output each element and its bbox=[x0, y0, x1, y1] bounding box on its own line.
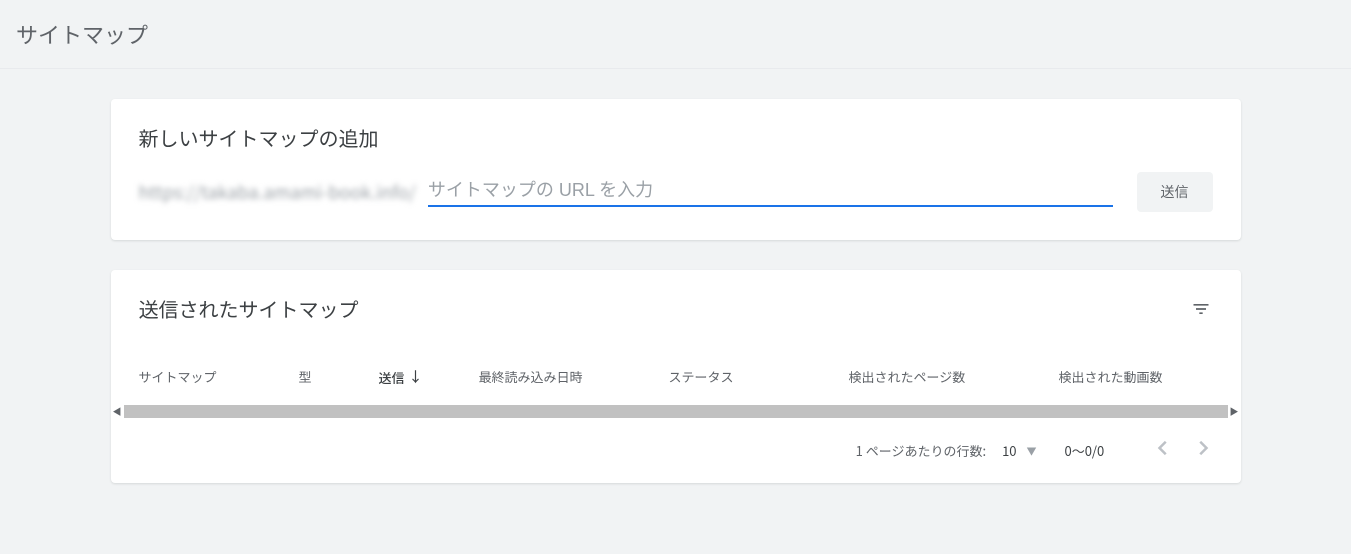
rows-per-page-value: 10 bbox=[1002, 441, 1016, 460]
rows-per-page-label: 1 ページあたりの行数: bbox=[856, 441, 986, 460]
add-sitemap-row: https://takaba.amami-book.info/ 送信 bbox=[111, 172, 1241, 240]
column-header-sitemap[interactable]: サイトマップ bbox=[139, 367, 299, 387]
filter-icon[interactable] bbox=[1189, 297, 1213, 321]
add-sitemap-card: 新しいサイトマップの追加 https://takaba.amami-book.i… bbox=[111, 99, 1241, 240]
rows-per-page-select[interactable]: 10 ▼ bbox=[1002, 441, 1036, 460]
column-header-lastread[interactable]: 最終読み込み日時 bbox=[479, 367, 669, 387]
column-header-status[interactable]: ステータス bbox=[669, 367, 849, 387]
prev-page-button[interactable] bbox=[1153, 436, 1171, 465]
column-header-submitted-label: 送信 bbox=[379, 368, 405, 387]
column-header-videos[interactable]: 検出された動画数 bbox=[1059, 367, 1219, 387]
chevron-left-icon bbox=[1157, 440, 1167, 456]
arrow-down-icon: ↓ bbox=[409, 367, 423, 387]
submitted-sitemaps-card: 送信されたサイトマップ サイトマップ 型 送信 ↓ 最終読み込み日時 ステータス… bbox=[111, 270, 1241, 483]
page-header: サイトマップ bbox=[0, 0, 1351, 69]
list-card-header: 送信されたサイトマップ bbox=[111, 270, 1241, 339]
sitemap-url-input[interactable] bbox=[428, 180, 1113, 201]
add-card-header: 新しいサイトマップの追加 bbox=[111, 99, 1241, 172]
content-area: 新しいサイトマップの追加 https://takaba.amami-book.i… bbox=[111, 69, 1241, 483]
scroll-left-icon[interactable]: ◀ bbox=[111, 405, 124, 418]
chevron-right-icon bbox=[1199, 440, 1209, 456]
rows-per-page: 1 ページあたりの行数: 10 ▼ bbox=[856, 441, 1037, 460]
scroll-thumb[interactable] bbox=[124, 405, 1228, 418]
table-header-row: サイトマップ 型 送信 ↓ 最終読み込み日時 ステータス 検出されたページ数 検… bbox=[111, 339, 1241, 405]
scroll-right-icon[interactable]: ▶ bbox=[1228, 405, 1241, 418]
column-header-type[interactable]: 型 bbox=[299, 367, 379, 387]
next-page-button[interactable] bbox=[1195, 436, 1213, 465]
column-header-pages[interactable]: 検出されたページ数 bbox=[849, 367, 1059, 387]
horizontal-scrollbar[interactable]: ◀ ▶ bbox=[111, 405, 1241, 418]
add-card-title: 新しいサイトマップの追加 bbox=[139, 123, 379, 152]
page-range-text: 0～0/0 bbox=[1065, 441, 1125, 460]
list-card-title: 送信されたサイトマップ bbox=[139, 294, 359, 323]
page-title: サイトマップ bbox=[16, 18, 1335, 50]
column-header-submitted[interactable]: 送信 ↓ bbox=[379, 367, 479, 387]
submit-button[interactable]: 送信 bbox=[1137, 172, 1213, 212]
page-nav bbox=[1153, 436, 1213, 465]
url-input-wrapper bbox=[428, 177, 1113, 207]
url-prefix-text: https://takaba.amami-book.info/ bbox=[139, 179, 420, 205]
pagination-row: 1 ページあたりの行数: 10 ▼ 0～0/0 bbox=[111, 418, 1241, 483]
chevron-down-icon: ▼ bbox=[1027, 443, 1037, 458]
